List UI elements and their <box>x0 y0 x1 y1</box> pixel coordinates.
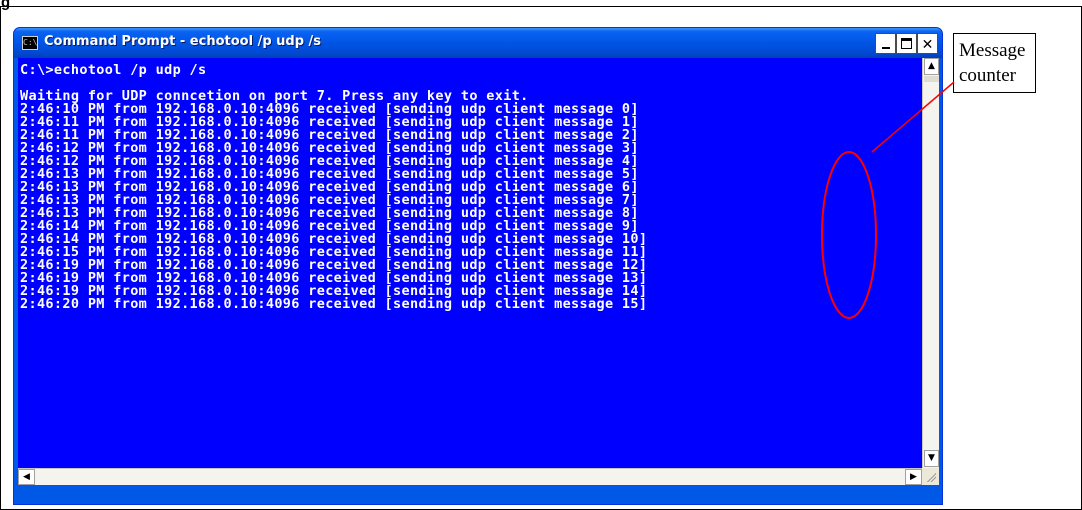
arrow-up-icon: ▲ <box>928 61 935 71</box>
scroll-down-button[interactable]: ▼ <box>924 450 939 467</box>
resize-grip-icon <box>926 472 936 482</box>
window-bottom-border <box>14 485 942 504</box>
horizontal-scrollbar[interactable]: ◀ ▶ <box>18 468 922 485</box>
minimize-button[interactable] <box>875 33 896 54</box>
maximize-icon <box>901 38 912 49</box>
resize-grip[interactable] <box>922 468 939 485</box>
command-prompt-window: C:\ Command Prompt - echotool /p udp /s … <box>13 27 943 505</box>
scroll-right-button[interactable]: ▶ <box>905 469 922 485</box>
close-icon: ✕ <box>921 37 934 53</box>
minimize-icon <box>881 47 890 49</box>
console-icon[interactable]: C:\ <box>22 36 38 50</box>
vertical-scrollbar[interactable]: ▲ ▼ <box>922 58 939 468</box>
close-button[interactable]: ✕ <box>917 33 938 54</box>
annotation-callout: Message counter <box>953 33 1036 93</box>
annotation-text: Message counter <box>959 40 1026 86</box>
log-line: 2:46:20 PM from 192.168.0.10:4096 receiv… <box>20 296 648 312</box>
arrow-right-icon: ▶ <box>910 472 917 482</box>
arrow-down-icon: ▼ <box>928 453 935 463</box>
scroll-up-button[interactable]: ▲ <box>924 58 939 75</box>
arrow-left-icon: ◀ <box>23 472 30 482</box>
title-bar[interactable]: C:\ Command Prompt - echotool /p udp /s … <box>14 28 942 58</box>
maximize-button[interactable] <box>896 33 917 54</box>
window-title: Command Prompt - echotool /p udp /s <box>44 34 322 49</box>
scroll-left-button[interactable]: ◀ <box>18 469 35 485</box>
vertical-scroll-thumb[interactable] <box>924 76 939 82</box>
command-line: C:\>echotool /p udp /s <box>20 62 207 78</box>
console-output[interactable]: C:\>echotool /p udp /s Waiting for UDP c… <box>18 58 922 468</box>
